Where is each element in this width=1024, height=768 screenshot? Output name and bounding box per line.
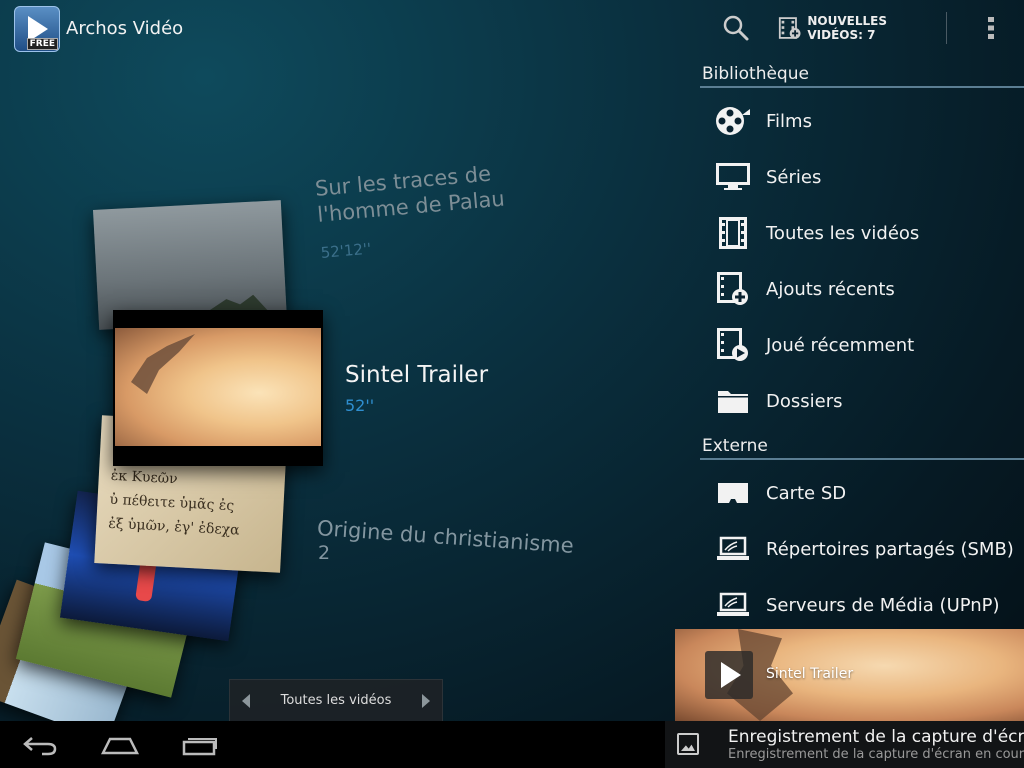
sidebar-item-label: Films bbox=[766, 110, 812, 132]
section-divider bbox=[700, 458, 1024, 460]
video-title-below[interactable]: Origine du christianisme bbox=[316, 516, 597, 559]
new-videos-label: NOUVELLES VIDÉOS: 7 bbox=[807, 14, 887, 42]
now-playing-play-button[interactable] bbox=[705, 651, 753, 699]
sidebar-item-label: Dossiers bbox=[766, 390, 843, 412]
sidebar-item-films[interactable]: Films bbox=[700, 95, 1024, 147]
film-add-icon bbox=[778, 17, 801, 39]
search-icon bbox=[723, 15, 749, 41]
folder-icon bbox=[718, 391, 748, 413]
thumbnail-frame bbox=[115, 328, 321, 446]
action-bar: FREE Archos Vidéo NOUVELLES VIDÉOS: 7 bbox=[0, 0, 1024, 56]
action-separator bbox=[946, 12, 947, 44]
sidebar: Bibliothèque Films Séries Toutes les vid… bbox=[700, 56, 1024, 628]
sidebar-item-label: Toutes les vidéos bbox=[766, 222, 920, 244]
notification-title: Enregistrement de la capture d'écran... bbox=[728, 727, 1024, 747]
video-duration-current: 52'' bbox=[345, 396, 375, 415]
sidebar-item-series[interactable]: Séries bbox=[700, 151, 1024, 203]
section-header-externe: Externe bbox=[702, 436, 768, 456]
sidebar-item-recent-additions[interactable]: Ajouts récents bbox=[700, 263, 1024, 315]
now-playing-title: Sintel Trailer bbox=[766, 666, 854, 682]
film-add-icon bbox=[717, 272, 748, 305]
sidebar-item-label: Ajouts récents bbox=[766, 278, 895, 300]
new-videos-button[interactable]: NOUVELLES VIDÉOS: 7 bbox=[778, 0, 944, 56]
search-button[interactable] bbox=[712, 0, 760, 56]
overflow-menu-button[interactable] bbox=[968, 0, 1014, 56]
previous-category-icon[interactable] bbox=[242, 693, 250, 708]
sidebar-item-label: Joué récemment bbox=[766, 334, 915, 356]
image-icon bbox=[677, 733, 699, 755]
video-title-current[interactable]: Sintel Trailer bbox=[345, 362, 488, 388]
film-strip-icon bbox=[719, 217, 747, 249]
sidebar-item-label: Carte SD bbox=[766, 482, 847, 504]
laptop-network-icon bbox=[717, 592, 749, 616]
recent-apps-icon bbox=[182, 737, 217, 755]
sidebar-item-all-videos[interactable]: Toutes les vidéos bbox=[700, 207, 1024, 259]
free-badge: FREE bbox=[26, 38, 58, 50]
video-title-above[interactable]: Sur les traces de l'homme de Palau bbox=[314, 157, 538, 228]
back-button[interactable] bbox=[10, 721, 70, 768]
category-selector: Toutes les vidéos bbox=[229, 679, 443, 721]
back-icon bbox=[23, 736, 57, 755]
sidebar-item-smb[interactable]: Répertoires partagés (SMB) bbox=[700, 523, 1024, 575]
film-reel-icon bbox=[716, 107, 750, 135]
sidebar-item-label: Serveurs de Média (UPnP) bbox=[766, 594, 1000, 616]
next-category-icon[interactable] bbox=[421, 693, 430, 708]
category-label: Toutes les vidéos bbox=[280, 693, 392, 708]
play-icon bbox=[721, 662, 741, 688]
section-divider bbox=[700, 86, 1024, 88]
tv-monitor-icon bbox=[716, 163, 750, 190]
sidebar-item-folders[interactable]: Dossiers bbox=[700, 375, 1024, 427]
video-count-below: 2 bbox=[318, 542, 331, 564]
film-play-icon bbox=[717, 328, 748, 361]
overflow-menu-icon bbox=[988, 17, 994, 39]
sd-card-icon bbox=[718, 483, 748, 503]
laptop-network-icon bbox=[717, 536, 749, 560]
app-title: Archos Vidéo bbox=[66, 18, 184, 39]
recent-apps-button[interactable] bbox=[170, 721, 230, 768]
video-duration-above: 52'12'' bbox=[320, 239, 372, 262]
sidebar-item-recently-played[interactable]: Joué récemment bbox=[700, 319, 1024, 371]
thumbnail-dragon bbox=[131, 334, 195, 394]
sidebar-item-upnp[interactable]: Serveurs de Média (UPnP) bbox=[700, 579, 1024, 631]
archos-video-app-icon[interactable]: FREE bbox=[14, 6, 60, 52]
now-playing-bar[interactable]: Sintel Trailer bbox=[675, 629, 1024, 721]
home-icon bbox=[100, 737, 140, 754]
notification-subtitle: Enregistrement de la capture d'écran en … bbox=[728, 747, 1024, 762]
video-thumbnail-current[interactable] bbox=[113, 310, 323, 466]
sidebar-item-label: Répertoires partagés (SMB) bbox=[766, 538, 1014, 560]
notification[interactable]: Enregistrement de la capture d'écran... … bbox=[665, 721, 1024, 768]
section-header-bibliotheque: Bibliothèque bbox=[702, 64, 809, 84]
sidebar-item-sd-card[interactable]: Carte SD bbox=[700, 467, 1024, 519]
home-button[interactable] bbox=[90, 721, 150, 768]
sidebar-item-label: Séries bbox=[766, 166, 822, 188]
